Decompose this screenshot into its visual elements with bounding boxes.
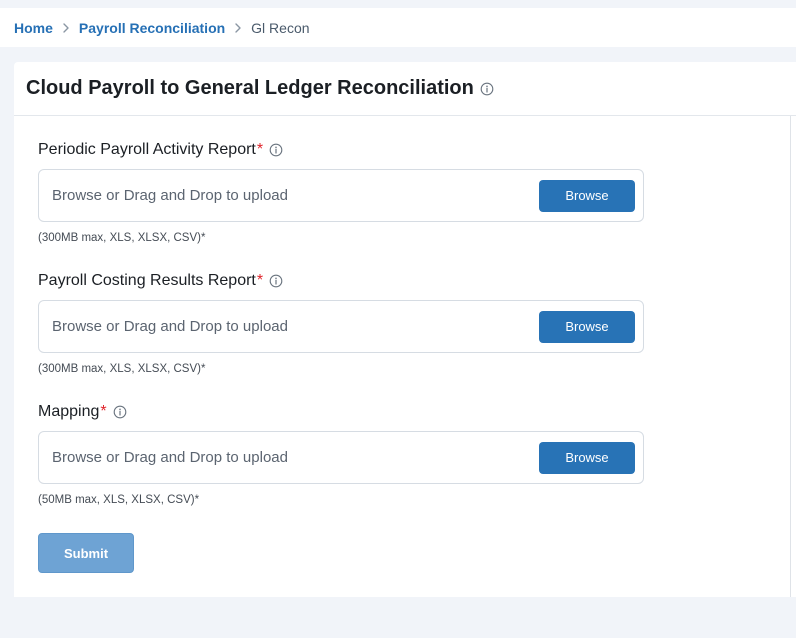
reconciliation-card: Cloud Payroll to General Ledger Reconcil… xyxy=(14,62,796,597)
browse-button[interactable]: Browse xyxy=(539,310,635,343)
card-header: Cloud Payroll to General Ledger Reconcil… xyxy=(14,62,796,116)
required-marker: * xyxy=(100,403,107,420)
page-title: Cloud Payroll to General Ledger Reconcil… xyxy=(26,77,474,99)
dropzone-placeholder: Browse or Drag and Drop to upload xyxy=(52,187,288,204)
file-size-hint: (50MB max, XLS, XLSX, CSV)* xyxy=(38,494,200,506)
breadcrumb-payroll-reconciliation-link[interactable]: Payroll Reconciliation xyxy=(79,20,225,36)
field-label-text: Payroll Costing Results Report xyxy=(38,272,256,289)
info-icon[interactable] xyxy=(269,143,283,157)
file-size-hint: (300MB max, XLS, XLSX, CSV)* xyxy=(38,232,206,244)
submit-button[interactable]: Submit xyxy=(38,533,134,573)
mapping-field: Mapping * Browse or Drag and Drop to upl… xyxy=(38,401,644,506)
file-dropzone[interactable]: Browse or Drag and Drop to upload Browse xyxy=(38,431,644,484)
payroll-costing-results-field: Payroll Costing Results Report * Browse … xyxy=(38,270,644,375)
field-label: Periodic Payroll Activity Report * xyxy=(38,139,644,161)
browse-button[interactable]: Browse xyxy=(539,441,635,474)
field-label-text: Mapping xyxy=(38,403,100,420)
info-icon[interactable] xyxy=(269,274,283,288)
field-label: Payroll Costing Results Report * xyxy=(38,270,644,292)
top-strip xyxy=(0,0,796,8)
breadcrumb-current: Gl Recon xyxy=(251,19,310,36)
file-dropzone[interactable]: Browse or Drag and Drop to upload Browse xyxy=(38,169,644,222)
file-size-hint: (300MB max, XLS, XLSX, CSV)* xyxy=(38,363,206,375)
chevron-right-icon xyxy=(230,20,246,36)
chevron-right-icon xyxy=(58,20,74,36)
field-label: Mapping * xyxy=(38,401,644,423)
periodic-payroll-activity-field: Periodic Payroll Activity Report * Brows… xyxy=(38,139,644,244)
info-icon[interactable] xyxy=(113,405,127,419)
browse-button[interactable]: Browse xyxy=(539,179,635,212)
info-icon[interactable] xyxy=(480,82,494,96)
file-dropzone[interactable]: Browse or Drag and Drop to upload Browse xyxy=(38,300,644,353)
breadcrumb: Home Payroll Reconciliation Gl Recon xyxy=(0,8,796,47)
breadcrumb-home-link[interactable]: Home xyxy=(14,20,53,36)
required-marker: * xyxy=(256,141,264,158)
vertical-divider xyxy=(790,116,791,597)
dropzone-placeholder: Browse or Drag and Drop to upload xyxy=(52,318,288,335)
dropzone-placeholder: Browse or Drag and Drop to upload xyxy=(52,449,288,466)
field-label-text: Periodic Payroll Activity Report xyxy=(38,141,256,158)
required-marker: * xyxy=(256,272,264,289)
